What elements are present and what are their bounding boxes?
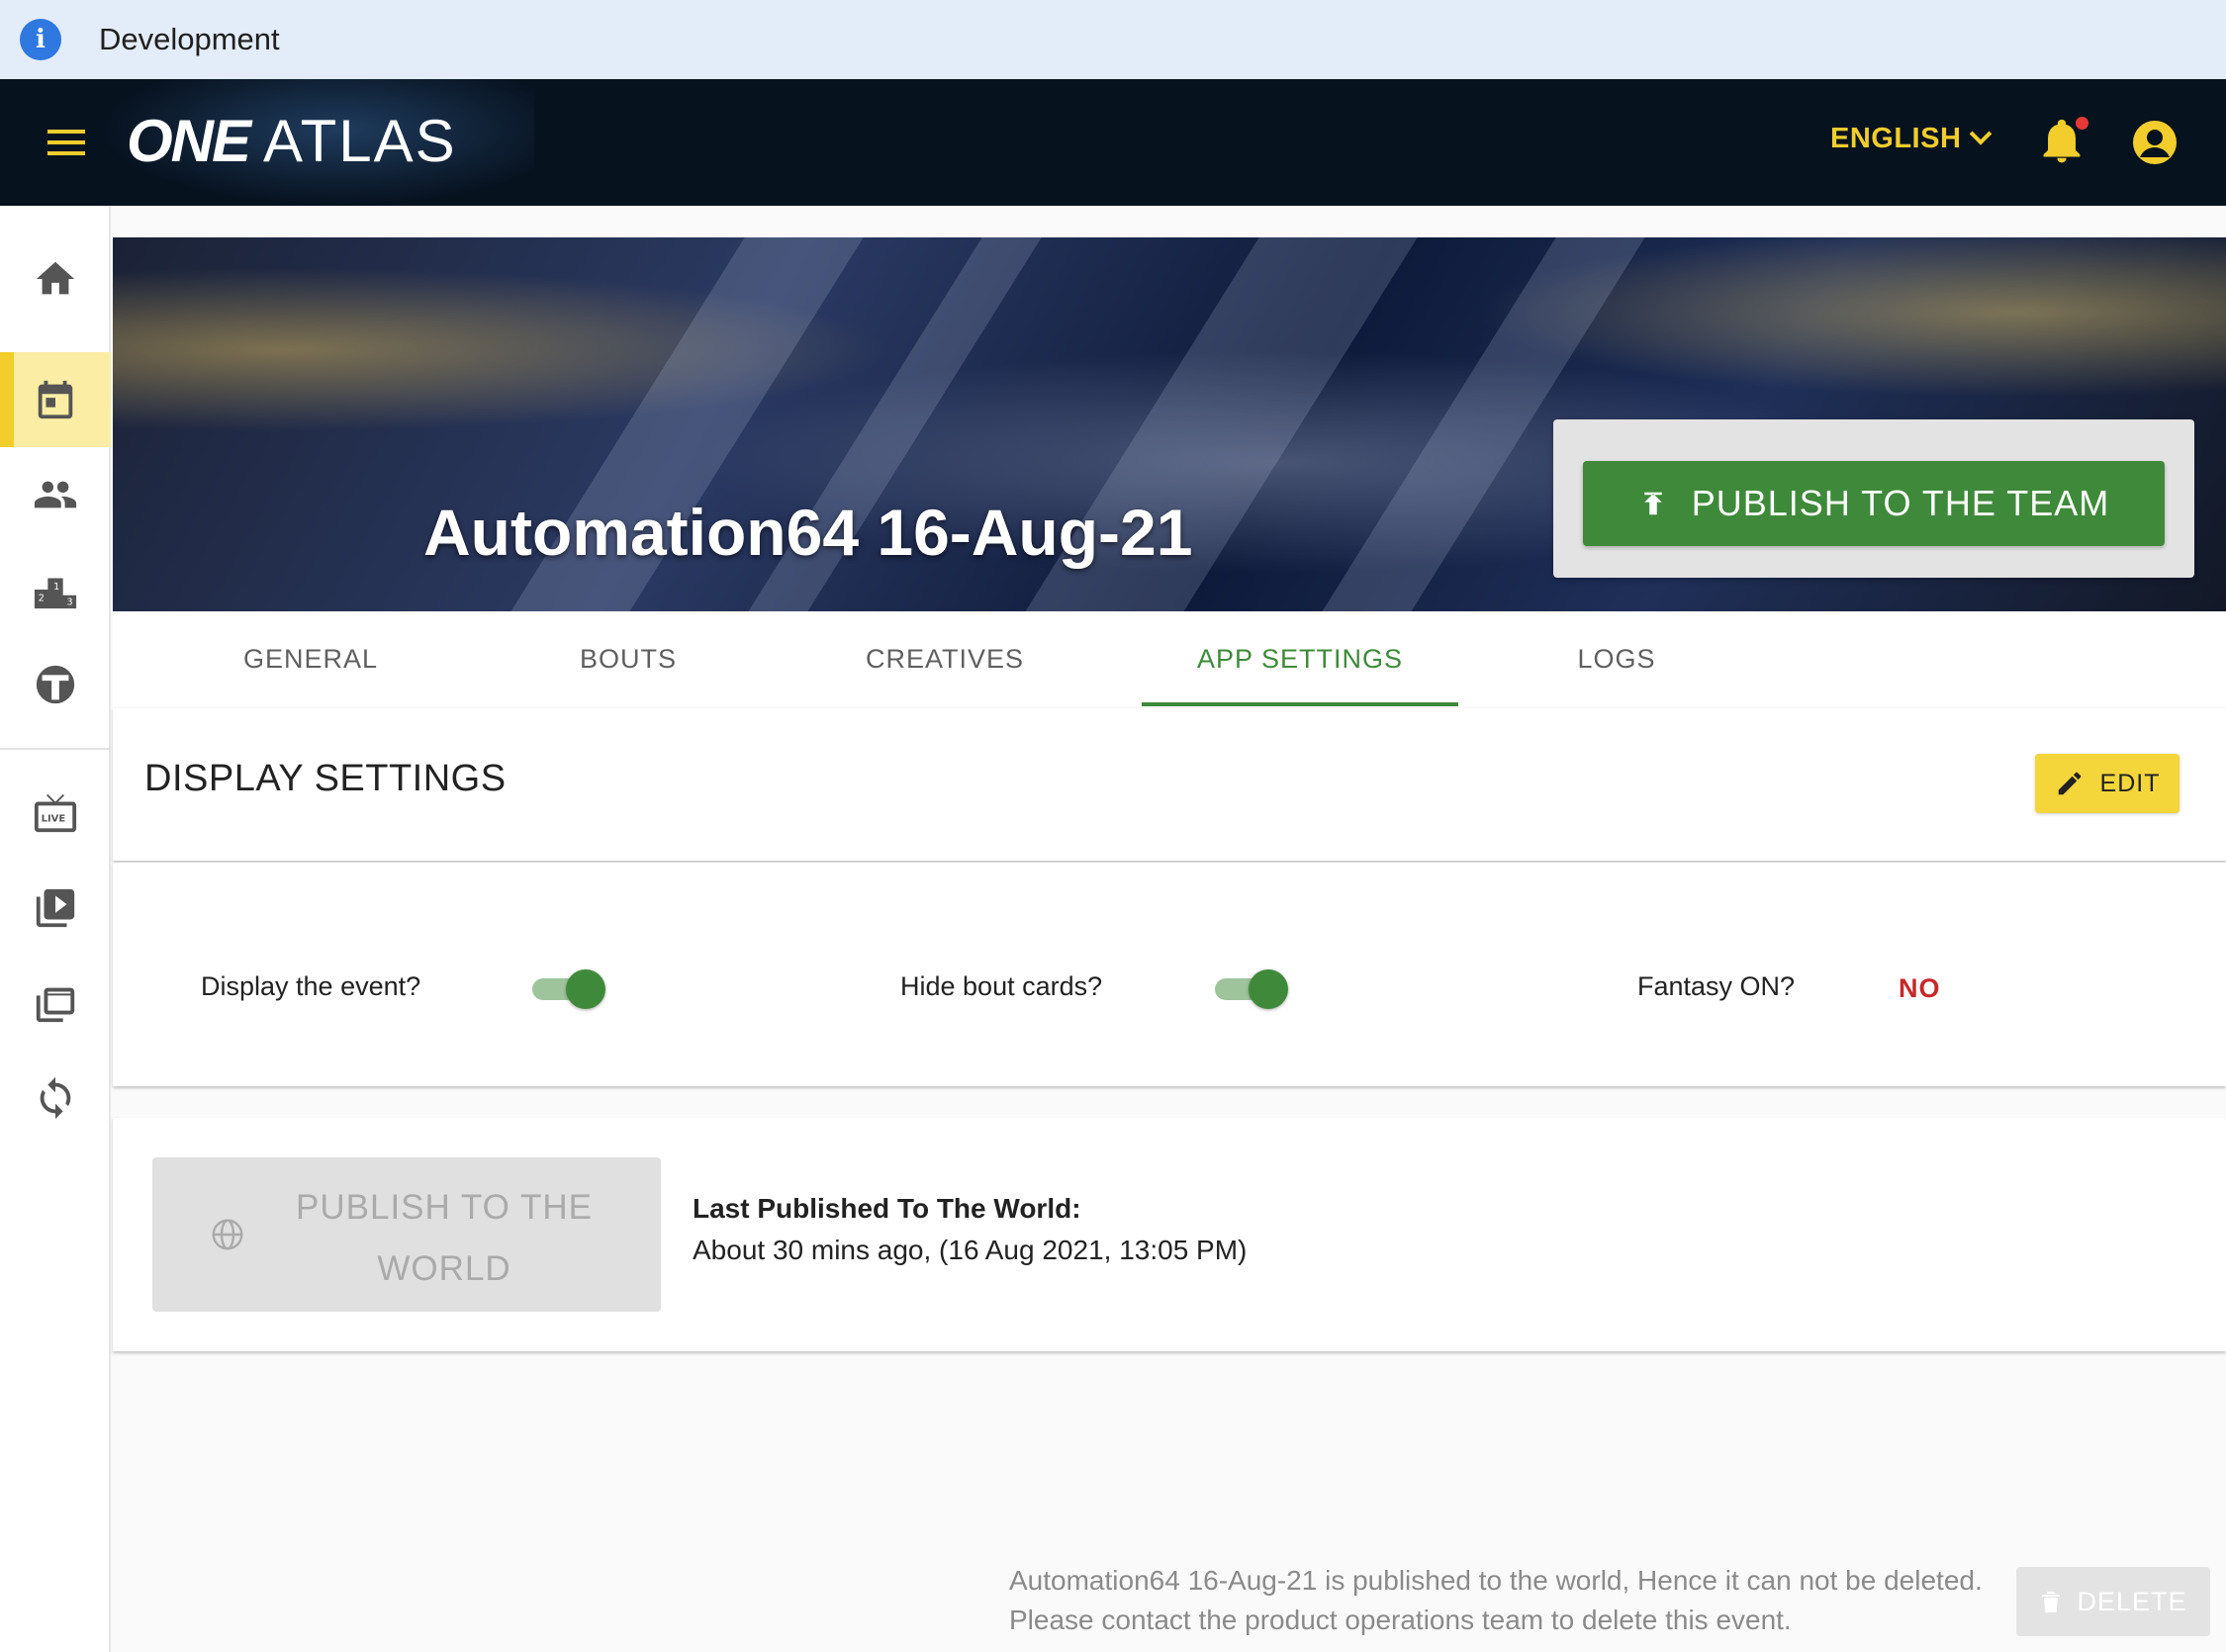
pencil-icon xyxy=(2058,772,2081,795)
publish-world-card: PUBLISH TO THE WORLD Last Published To T… xyxy=(113,1118,2226,1351)
publish-to-world-label: PUBLISH TO THE WORLD xyxy=(296,1188,593,1288)
display-settings-title: DISPLAY SETTINGS xyxy=(144,758,507,799)
hide-bout-cards-toggle[interactable] xyxy=(1215,969,1290,1009)
trash-icon xyxy=(2042,1592,2061,1612)
stack-icon xyxy=(36,987,75,1023)
tab-general[interactable]: GENERAL xyxy=(152,611,469,706)
display-event-label: Display the event? xyxy=(201,971,421,1001)
app-logo[interactable]: ONE ATLAS xyxy=(127,107,457,175)
display-settings-header: DISPLAY SETTINGS EDIT xyxy=(113,708,2226,861)
logo-atlas-text: ATLAS xyxy=(263,108,457,174)
event-title: Automation64 16-Aug-21 xyxy=(423,496,1193,569)
environment-banner: i Development xyxy=(0,0,2226,79)
delete-note-line-1: Automation64 16-Aug-21 is published to t… xyxy=(1009,1565,1983,1596)
edit-label: EDIT xyxy=(2099,769,2161,797)
event-tabs: GENERAL BOUTS CREATIVES APP SETTINGS LOG… xyxy=(113,611,2226,706)
video-library-icon xyxy=(36,888,75,928)
tab-creatives[interactable]: CREATIVES xyxy=(787,611,1103,706)
sync-icon xyxy=(40,1076,71,1120)
sidebar-divider xyxy=(0,748,111,750)
podium-icon: 12 3 xyxy=(34,578,77,609)
fantasy-value: NO xyxy=(1899,973,1941,1003)
logo-one-text: ONE xyxy=(127,108,251,174)
delete-restriction-note: Automation64 16-Aug-21 is published to t… xyxy=(1009,1561,1983,1640)
info-icon: i xyxy=(20,19,61,60)
last-published-value: About 30 mins ago, (16 Aug 2021, 13:05 P… xyxy=(693,1235,1248,1265)
tab-app-settings[interactable]: APP SETTINGS xyxy=(1142,611,1458,706)
publish-team-panel: PUBLISH TO THE TEAM xyxy=(1553,419,2194,578)
notifications-bell-icon[interactable] xyxy=(2042,117,2088,164)
tab-bouts[interactable]: BOUTS xyxy=(470,611,787,706)
hide-bout-cards-label: Hide bout cards? xyxy=(900,971,1103,1001)
sidebar-item-home[interactable] xyxy=(0,231,111,326)
language-select[interactable]: ENGLISH xyxy=(1830,122,1993,155)
home-icon xyxy=(36,261,75,295)
last-published-label: Last Published To The World: xyxy=(693,1193,1081,1224)
calendar-icon xyxy=(38,380,73,419)
sidebar-item-teams[interactable] xyxy=(0,637,111,732)
publish-icon xyxy=(1644,492,1662,515)
chevron-down-icon xyxy=(1970,122,1993,145)
tab-logs[interactable]: LOGS xyxy=(1458,611,1775,706)
hamburger-menu-icon[interactable] xyxy=(47,123,87,162)
delete-label: DELETE xyxy=(2077,1586,2187,1616)
app-header: ONE ATLAS ENGLISH xyxy=(0,79,2226,206)
sidebar-item-live[interactable]: LIVE xyxy=(0,766,111,861)
display-settings-body: Display the event? Hide bout cards? Fant… xyxy=(113,863,2226,1086)
notification-badge xyxy=(2076,117,2088,130)
fantasy-label: Fantasy ON? xyxy=(1637,971,1796,1001)
delete-note-line-2: Please contact the product operations te… xyxy=(1009,1605,1792,1635)
language-value: ENGLISH xyxy=(1830,123,1962,154)
sidebar-item-rankings[interactable]: 12 3 xyxy=(0,542,111,637)
globe-icon xyxy=(212,1219,243,1250)
edit-button[interactable]: EDIT xyxy=(2035,754,2180,813)
svg-text:LIVE: LIVE xyxy=(42,814,66,825)
publish-to-world-button[interactable]: PUBLISH TO THE WORLD xyxy=(152,1157,661,1312)
people-icon xyxy=(34,481,77,508)
svg-text:1: 1 xyxy=(53,582,59,593)
sidebar-item-events[interactable] xyxy=(0,352,111,447)
sidebar-nav: 12 3 LIVE xyxy=(0,206,111,1652)
display-event-toggle[interactable] xyxy=(532,969,607,1009)
svg-text:3: 3 xyxy=(67,597,73,607)
sidebar-item-collections[interactable] xyxy=(0,956,111,1051)
sidebar-item-videos[interactable] xyxy=(0,861,111,956)
svg-text:2: 2 xyxy=(39,594,45,604)
publish-to-team-label: PUBLISH TO THE TEAM xyxy=(1691,483,2110,523)
account-avatar-icon[interactable] xyxy=(2133,121,2177,164)
publish-to-team-button[interactable]: PUBLISH TO THE TEAM xyxy=(1583,461,2165,546)
sidebar-item-sync[interactable] xyxy=(0,1051,111,1146)
environment-label: Development xyxy=(99,22,280,56)
shield-icon xyxy=(36,665,75,704)
delete-button[interactable]: DELETE xyxy=(2016,1567,2210,1636)
live-tv-icon: LIVE xyxy=(34,793,77,833)
sidebar-item-athletes[interactable] xyxy=(0,447,111,542)
